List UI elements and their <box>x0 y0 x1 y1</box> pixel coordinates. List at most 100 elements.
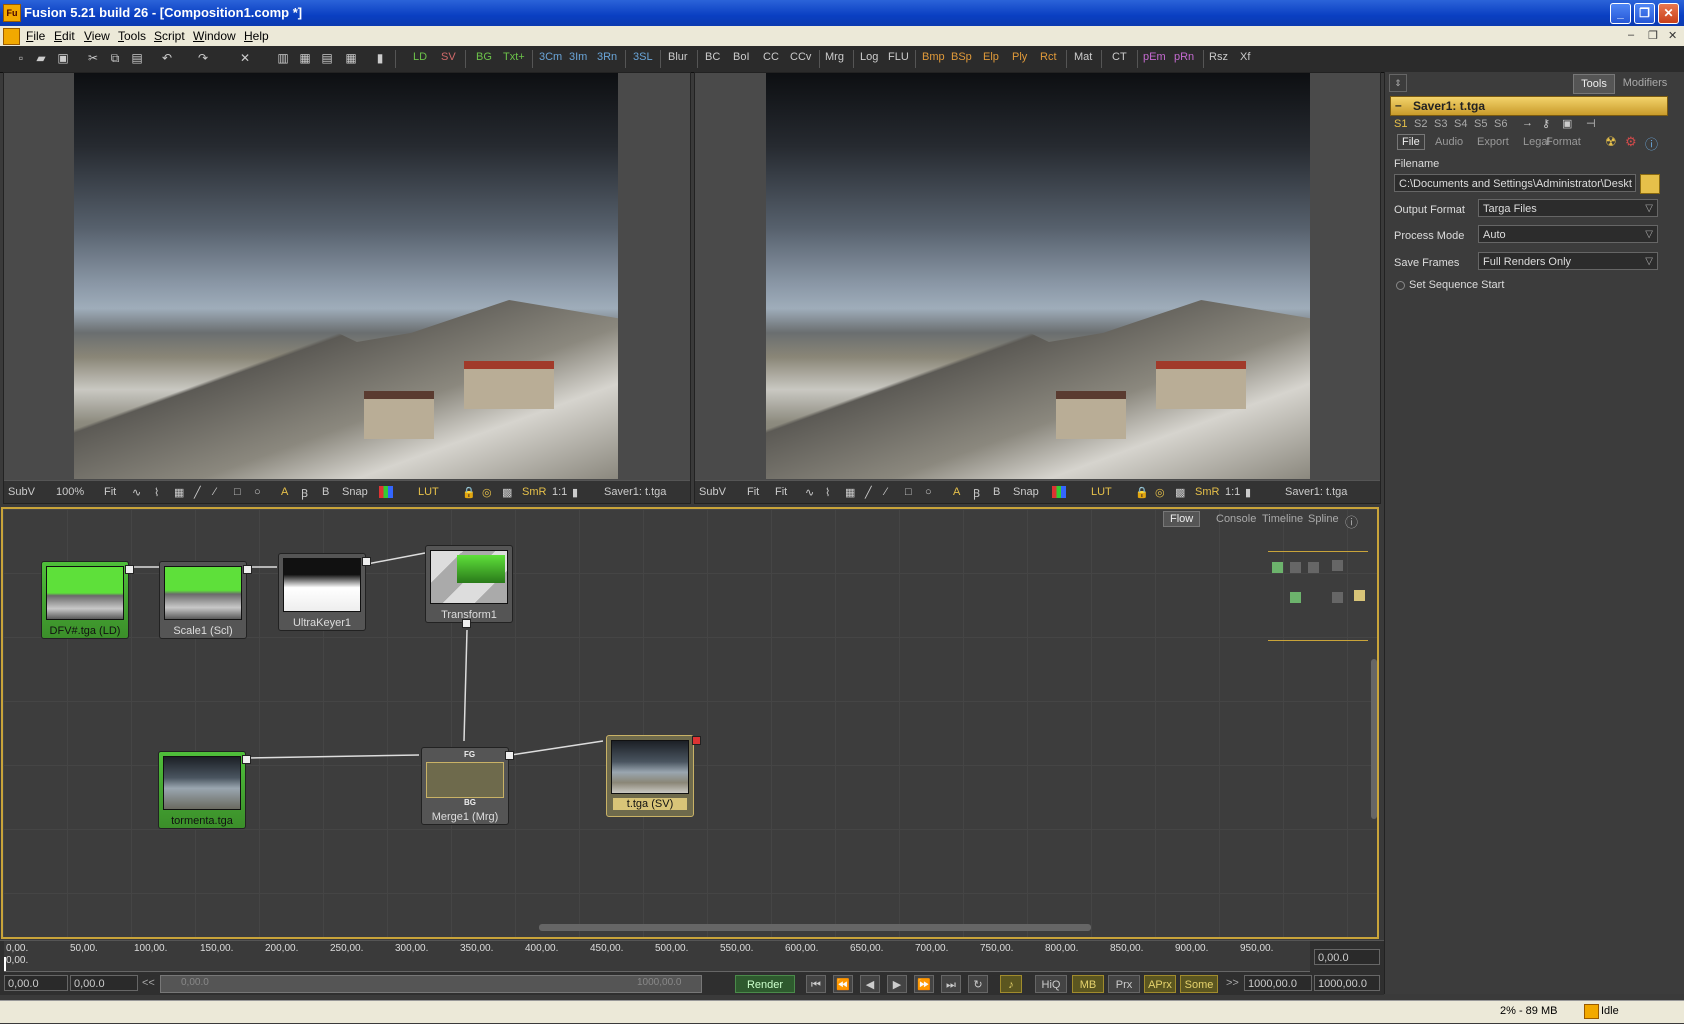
go-end-icon[interactable]: ⏭ <box>941 975 961 993</box>
menu-tools[interactable]: Tools <box>118 29 146 43</box>
tool-log[interactable]: Log <box>860 51 878 63</box>
tool-mrg[interactable]: Mrg <box>825 51 844 63</box>
lut-button[interactable]: LUT <box>1091 486 1112 498</box>
prev-key-icon[interactable]: ⏪ <box>833 975 853 993</box>
rewind-range-button[interactable]: << <box>142 977 155 989</box>
output-port[interactable] <box>505 751 514 760</box>
some-toggle[interactable]: Some <box>1180 975 1218 993</box>
slot-s5[interactable]: S5 <box>1474 118 1487 130</box>
subtab-format[interactable]: Format <box>1546 136 1581 148</box>
output-format-dropdown[interactable]: Targa Files ▽ <box>1478 199 1658 217</box>
tool-elp[interactable]: Elp <box>983 51 999 63</box>
restore-button[interactable]: ❐ <box>1634 3 1655 24</box>
tool-ct[interactable]: CT <box>1112 51 1127 63</box>
document-icon[interactable] <box>3 28 20 45</box>
node-loader-dfv[interactable]: DFV#.tga (LD) <box>41 561 134 639</box>
layout-1-icon[interactable]: ▥ <box>276 51 290 65</box>
browse-folder-icon[interactable] <box>1640 174 1660 194</box>
node-saver[interactable]: t.tga (SV) <box>606 735 701 817</box>
tool-prn[interactable]: pRn <box>1174 51 1194 63</box>
slot-s2[interactable]: S2 <box>1414 118 1427 130</box>
tool-rsz[interactable]: Rsz <box>1209 51 1228 63</box>
play-icon[interactable]: ▶ <box>887 975 907 993</box>
node-merge[interactable]: FG BG Merge1 (Mrg) <box>421 747 514 825</box>
view-name[interactable]: Saver1: t.tga <box>1285 486 1347 498</box>
layout-5-icon[interactable]: ▮ <box>373 51 387 65</box>
forward-range-button[interactable]: >> <box>1226 977 1239 989</box>
pin-icon[interactable]: ⊣ <box>1586 117 1596 130</box>
play-reverse-icon[interactable]: ◀ <box>860 975 880 993</box>
tab-tools[interactable]: Tools <box>1573 74 1615 94</box>
tool-bmp[interactable]: Bmp <box>922 51 945 63</box>
histogram-icon[interactable]: ▮ <box>1245 486 1251 499</box>
curve-icon[interactable]: ∿ <box>805 486 814 499</box>
output-port[interactable] <box>242 755 251 764</box>
one-to-one-button[interactable]: 1:1 <box>1225 486 1240 498</box>
subview-button[interactable]: SubV <box>8 486 35 498</box>
output-port[interactable] <box>125 565 134 574</box>
tool-sv[interactable]: SV <box>441 51 456 63</box>
filename-field[interactable]: C:\Documents and Settings\Administrator\… <box>1394 174 1636 192</box>
hiq-toggle[interactable]: HiQ <box>1035 975 1067 993</box>
go-start-icon[interactable]: ⏮ <box>806 975 826 993</box>
text-icon[interactable]: A <box>953 486 960 498</box>
key-icon[interactable]: ⚷ <box>1542 117 1550 130</box>
slot-s3[interactable]: S3 <box>1434 118 1447 130</box>
current-time-field[interactable]: 0,00.0 <box>1314 949 1380 965</box>
wand-icon[interactable]: ⁄ <box>214 486 216 498</box>
layout-3-icon[interactable]: ▤ <box>320 51 334 65</box>
tool-pem[interactable]: pEm <box>1143 51 1166 63</box>
roi-icon[interactable]: ◎ <box>482 486 492 499</box>
new-icon[interactable]: ▫ <box>14 51 28 65</box>
mdi-restore-icon[interactable]: ❐ <box>1648 29 1658 42</box>
layout-2-icon[interactable]: ▦ <box>298 51 312 65</box>
fit-button[interactable]: Fit <box>775 486 787 498</box>
subtab-export[interactable]: Export <box>1477 136 1509 148</box>
snap-button[interactable]: Snap <box>342 486 368 498</box>
lock-icon[interactable]: 🔒 <box>1135 486 1149 499</box>
radiation-icon[interactable]: ☢ <box>1605 134 1617 150</box>
audio-icon[interactable]: ♪ <box>1000 975 1022 993</box>
tool-bg[interactable]: BG <box>476 51 492 63</box>
subtab-audio[interactable]: Audio <box>1435 136 1463 148</box>
paint-icon[interactable]: ╱ <box>865 486 872 499</box>
mdi-close-icon[interactable]: ✕ <box>1668 29 1677 42</box>
fit-button[interactable]: Fit <box>104 486 116 498</box>
grid-icon[interactable]: ▦ <box>174 486 184 499</box>
slot-s1[interactable]: S1 <box>1394 118 1407 130</box>
next-key-icon[interactable]: ⏩ <box>914 975 934 993</box>
one-to-one-button[interactable]: 1:1 <box>552 486 567 498</box>
render-range-slider[interactable]: 0,00.0 1000,00.0 <box>160 975 702 993</box>
checker-icon[interactable]: ▩ <box>1175 486 1185 499</box>
smr-button[interactable]: SmR <box>522 486 546 498</box>
flow-editor[interactable]: Flow Console Timeline Spline ⓘ DFV#.tga … <box>1 507 1379 939</box>
render-button[interactable]: Render <box>735 975 795 993</box>
tool-bc[interactable]: BC <box>705 51 720 63</box>
tool-3cm[interactable]: 3Cm <box>539 51 562 63</box>
menu-view[interactable]: View <box>84 29 110 43</box>
undo-icon[interactable]: ↶ <box>160 51 174 65</box>
zoom-control[interactable]: Fit <box>747 486 759 498</box>
collapse-icon[interactable]: – <box>1395 98 1402 112</box>
checker-icon[interactable]: ▩ <box>502 486 512 499</box>
close-button[interactable]: ✕ <box>1658 3 1679 24</box>
panel-toggle-icon[interactable]: ⇕ <box>1389 74 1407 92</box>
tool-ld[interactable]: LD <box>413 51 427 63</box>
tool-rct[interactable]: Rct <box>1040 51 1057 63</box>
tool-3rn[interactable]: 3Rn <box>597 51 617 63</box>
time-ruler[interactable]: 0,00. 50,00. 100,00. 150,00. 200,00. 250… <box>0 940 1384 995</box>
bold-icon[interactable]: B <box>993 486 1000 498</box>
render-start-field[interactable]: 0,00.0 <box>70 975 138 991</box>
mb-toggle[interactable]: MB <box>1072 975 1104 993</box>
roi-icon[interactable]: ◎ <box>1155 486 1165 499</box>
zoom-control[interactable]: 100% <box>56 486 84 498</box>
menu-window[interactable]: Window <box>193 29 236 43</box>
settings-icon[interactable]: ⚙ <box>1625 134 1637 150</box>
histogram-icon[interactable]: ▮ <box>572 486 578 499</box>
slot-s4[interactable]: S4 <box>1454 118 1467 130</box>
channel-icon[interactable] <box>1052 486 1066 498</box>
layout-4-icon[interactable]: ▦ <box>344 51 358 65</box>
menu-help[interactable]: Help <box>244 29 269 43</box>
route-icon[interactable]: → <box>1522 117 1533 129</box>
disk-icon[interactable]: ▣ <box>1562 117 1572 130</box>
